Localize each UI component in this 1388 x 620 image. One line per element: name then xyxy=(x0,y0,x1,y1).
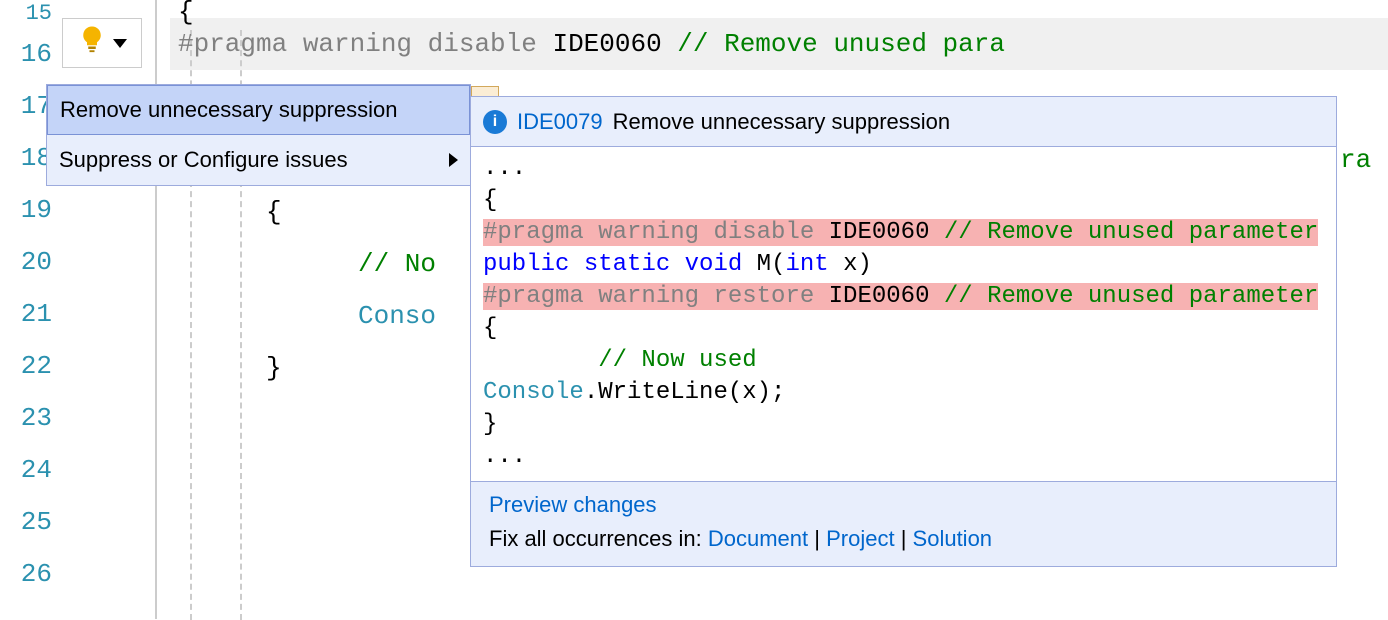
line-number: 22 xyxy=(0,340,60,392)
line-number: 21 xyxy=(0,288,60,340)
chevron-right-icon xyxy=(449,153,458,167)
info-icon: i xyxy=(483,110,507,134)
code-text[interactable]: Conso xyxy=(358,290,436,342)
line-number: 26 xyxy=(0,548,60,600)
line-number: 23 xyxy=(0,392,60,444)
rule-id-link[interactable]: IDE0079 xyxy=(517,109,603,135)
rule-title: Remove unnecessary suppression xyxy=(613,109,951,135)
fix-scope-project[interactable]: Project xyxy=(826,526,894,551)
line-number: 24 xyxy=(0,444,60,496)
preview-changes-link[interactable]: Preview changes xyxy=(489,492,657,517)
code-text[interactable]: // No xyxy=(358,238,436,290)
line-number: 25 xyxy=(0,496,60,548)
menu-item-suppress-configure[interactable]: Suppress or Configure issues xyxy=(47,135,470,185)
code-text[interactable]: } xyxy=(266,342,282,394)
code-fix-preview: i IDE0079 Remove unnecessary suppression… xyxy=(470,96,1337,567)
code-editor: 15 16 17 18 19 20 21 22 23 24 25 26 { #p… xyxy=(0,0,1388,619)
menu-item-label: Remove unnecessary suppression xyxy=(60,97,398,123)
quick-actions-menu: Remove unnecessary suppression Suppress … xyxy=(46,84,471,186)
menu-item-label: Suppress or Configure issues xyxy=(59,147,348,173)
menu-item-remove-suppression[interactable]: Remove unnecessary suppression xyxy=(47,85,470,135)
fix-scope-label: Fix all occurrences in: xyxy=(489,526,708,551)
fix-scope-solution[interactable]: Solution xyxy=(913,526,993,551)
line-number: 16 xyxy=(0,28,60,80)
removed-line: #pragma warning disable IDE0060 // Remov… xyxy=(483,219,1318,246)
line-number: 15 xyxy=(0,0,60,28)
fix-scope-document[interactable]: Document xyxy=(708,526,808,551)
code-text[interactable]: ra xyxy=(1340,134,1371,186)
code-text[interactable]: { xyxy=(266,186,282,238)
line-number: 20 xyxy=(0,236,60,288)
removed-line: #pragma warning restore IDE0060 // Remov… xyxy=(483,283,1318,310)
preview-diff: ... { #pragma warning disable IDE0060 //… xyxy=(471,147,1336,481)
lightbulb-icon xyxy=(77,24,107,62)
preview-footer: Preview changes Fix all occurrences in: … xyxy=(471,481,1336,566)
code-text[interactable]: #pragma warning disable IDE0060 // Remov… xyxy=(178,18,1005,70)
line-number: 19 xyxy=(0,184,60,236)
preview-header: i IDE0079 Remove unnecessary suppression xyxy=(471,97,1336,147)
quick-actions-button[interactable] xyxy=(62,18,142,68)
chevron-down-icon xyxy=(113,39,127,48)
